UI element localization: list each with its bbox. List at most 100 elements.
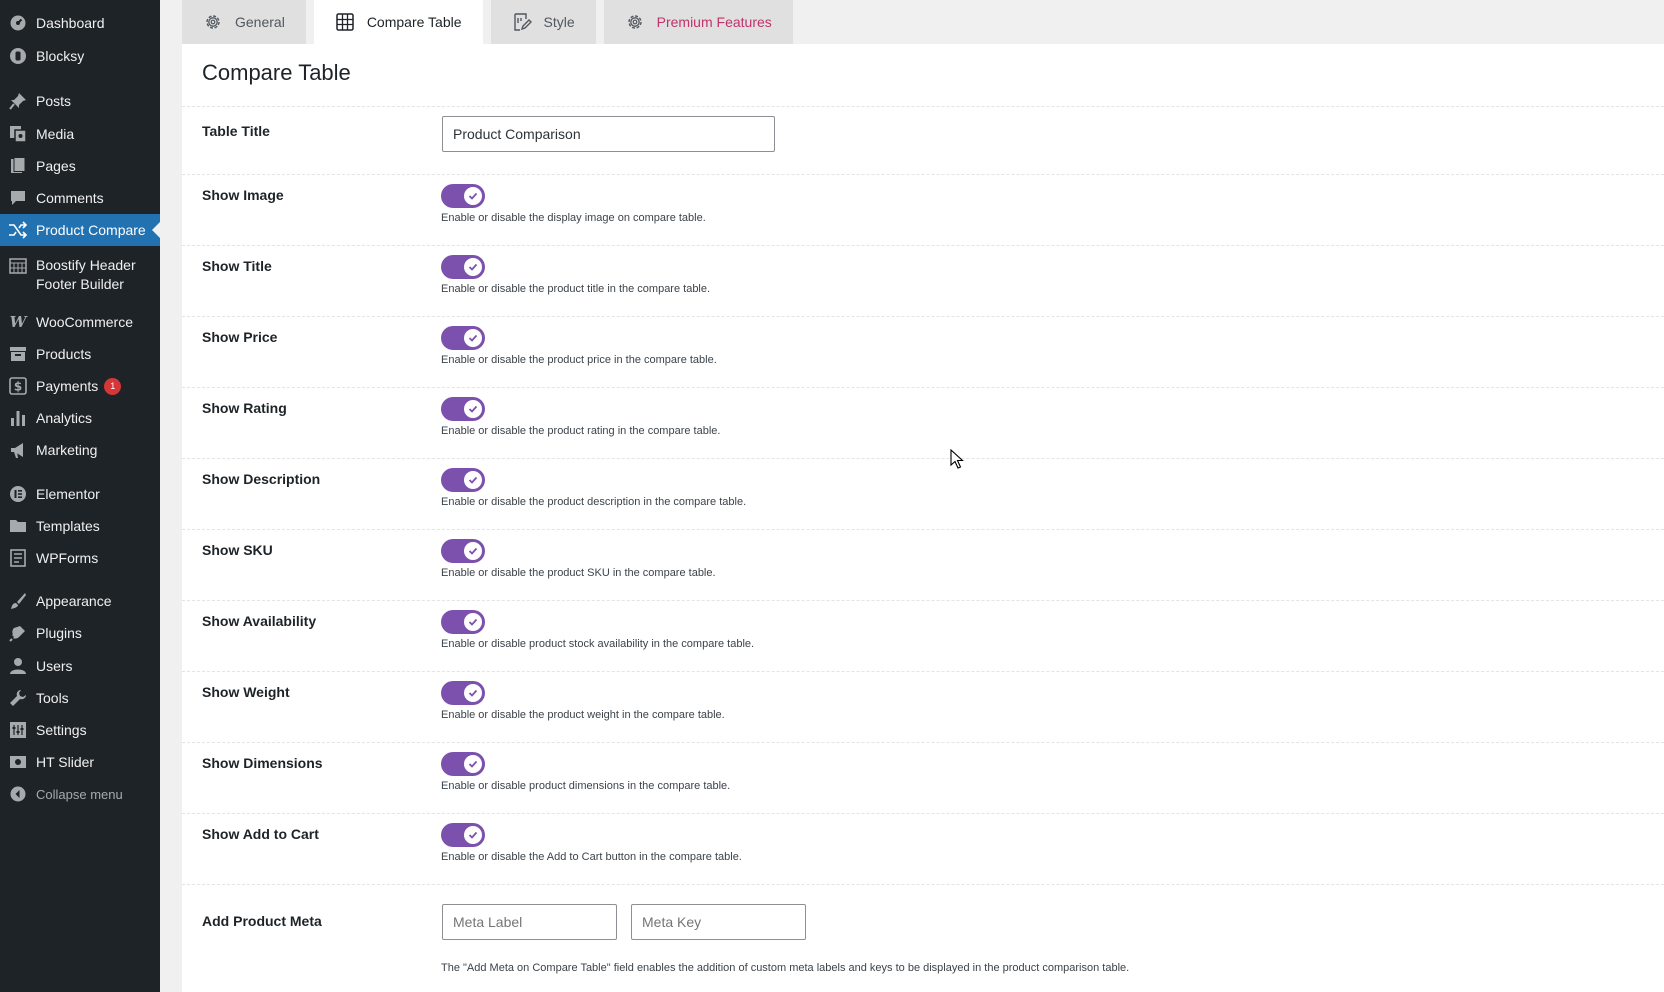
mouse-cursor-icon	[950, 448, 964, 474]
sidebar-item-posts[interactable]: Posts	[0, 85, 160, 117]
checkmark-icon	[464, 684, 482, 702]
brush-icon	[0, 592, 36, 610]
table-title-input[interactable]	[442, 116, 775, 152]
sidebar-item-templates[interactable]: Templates	[0, 510, 160, 542]
sidebar-item-blocksy[interactable]: Blocksy	[0, 40, 160, 72]
meta-label-input[interactable]	[442, 904, 617, 940]
checkmark-icon	[464, 471, 482, 489]
slider-icon	[0, 753, 36, 771]
sidebar-item-label: HT Slider	[36, 753, 95, 770]
toggle-description: Enable or disable product stock availabi…	[441, 638, 755, 650]
toggle-switch[interactable]	[441, 681, 485, 705]
tab-premium-features[interactable]: Premium Features	[603, 0, 793, 44]
archive-icon	[0, 346, 36, 362]
sidebar-item-label: Tools	[36, 689, 69, 706]
media-icon	[0, 125, 36, 143]
sidebar-item-settings[interactable]: Settings	[0, 714, 160, 746]
sidebar-item-label: Templates	[36, 517, 100, 534]
toggle-description: Enable or disable the product weight in …	[441, 709, 725, 721]
toggle-switch[interactable]	[441, 823, 485, 847]
sidebar-item-wpforms[interactable]: WPForms	[0, 542, 160, 574]
sidebar-item-label: Settings	[36, 721, 87, 738]
pushpin-icon	[0, 92, 36, 110]
page-title: Compare Table	[202, 60, 351, 85]
sidebar-item-dashboard[interactable]: Dashboard	[0, 7, 160, 39]
divider	[182, 813, 1664, 814]
collapse-menu-button[interactable]: Collapse menu	[0, 778, 160, 810]
plug-icon	[0, 624, 36, 642]
bar-chart-icon	[0, 409, 36, 427]
pages-icon	[0, 157, 36, 175]
tab-general[interactable]: General	[182, 0, 306, 44]
divider	[182, 529, 1664, 530]
toggle-label: Show Price	[202, 329, 278, 345]
sidebar-item-label: Users	[36, 657, 73, 674]
sidebar-item-woocommerce[interactable]: W WooCommerce	[0, 306, 160, 338]
toggle-label: Show SKU	[202, 542, 273, 558]
sidebar-item-tools[interactable]: Tools	[0, 682, 160, 714]
checkmark-icon	[464, 187, 482, 205]
checkmark-icon	[464, 613, 482, 631]
sidebar-item-media[interactable]: Media	[0, 118, 160, 150]
sidebar-item-boostify[interactable]: Boostify Header Footer Builder	[0, 256, 160, 300]
sidebar-item-marketing[interactable]: Marketing	[0, 434, 160, 466]
add-product-meta-label: Add Product Meta	[202, 913, 322, 929]
sidebar-item-product-compare[interactable]: Product Compare	[0, 214, 160, 246]
sidebar-item-ht-slider[interactable]: HT Slider	[0, 746, 160, 778]
shuffle-icon	[0, 221, 36, 239]
sidebar-item-analytics[interactable]: Analytics	[0, 402, 160, 434]
sidebar-item-appearance[interactable]: Appearance	[0, 585, 160, 617]
blocksy-icon	[0, 47, 36, 65]
toggle-label: Show Description	[202, 471, 321, 487]
product-meta-description: The "Add Meta on Compare Table" field en…	[441, 962, 1130, 974]
toggle-switch[interactable]	[441, 752, 485, 776]
toggle-label: Show Availability	[202, 613, 317, 629]
toggle-switch[interactable]	[441, 184, 485, 208]
tab-label: Premium Features	[656, 14, 772, 30]
tab-label: Compare Table	[366, 14, 462, 30]
table-title-label: Table Title	[202, 123, 270, 139]
sidebar-item-comments[interactable]: Comments	[0, 182, 160, 214]
checkmark-icon	[464, 542, 482, 560]
toggle-switch[interactable]	[441, 539, 485, 563]
toggle-description: Enable or disable the display image on c…	[441, 212, 706, 224]
toggle-description: Enable or disable the product descriptio…	[441, 496, 747, 508]
table-icon	[335, 12, 355, 32]
sidebar-item-label: Product Compare	[36, 221, 146, 238]
sidebar-item-label: Products	[36, 345, 92, 362]
toggle-description: Enable or disable the product rating in …	[441, 425, 721, 437]
toggle-switch[interactable]	[441, 326, 485, 350]
svg-text:$: $	[14, 380, 22, 394]
sidebar-item-pages[interactable]: Pages	[0, 150, 160, 182]
sidebar-item-label: Appearance	[36, 592, 112, 609]
toggle-label: Show Image	[202, 187, 284, 203]
toggle-switch[interactable]	[441, 255, 485, 279]
sidebar-item-label: Posts	[36, 92, 72, 109]
dollar-icon: $	[0, 377, 36, 395]
sidebar-item-payments[interactable]: $ Payments 1	[0, 370, 160, 402]
sidebar-item-label: Pages	[36, 157, 76, 174]
tab-style[interactable]: Style	[490, 0, 596, 44]
toggle-switch[interactable]	[441, 610, 485, 634]
divider	[182, 316, 1664, 317]
sidebar-item-elementor[interactable]: Elementor	[0, 478, 160, 510]
collapse-icon	[0, 786, 36, 802]
divider	[182, 106, 1664, 107]
sidebar-item-users[interactable]: Users	[0, 650, 160, 682]
meta-key-input[interactable]	[631, 904, 806, 940]
sidebar-item-label: Analytics	[36, 409, 93, 426]
checkmark-icon	[464, 755, 482, 773]
tab-compare-table[interactable]: Compare Table	[313, 0, 483, 44]
divider	[182, 600, 1664, 601]
woo-icon: W	[9, 313, 27, 331]
sidebar-item-plugins[interactable]: Plugins	[0, 617, 160, 649]
comment-icon	[0, 189, 36, 207]
divider	[182, 458, 1664, 459]
divider	[182, 884, 1664, 885]
sidebar-item-products[interactable]: Products	[0, 338, 160, 370]
settings-panel: Compare Table Table Title Show Image Enab…	[182, 44, 1664, 992]
tab-label: General	[235, 14, 285, 30]
admin-sidebar: Dashboard Blocksy Posts Media Pages Comm…	[0, 0, 160, 992]
toggle-switch[interactable]	[441, 397, 485, 421]
toggle-switch[interactable]	[441, 468, 485, 492]
